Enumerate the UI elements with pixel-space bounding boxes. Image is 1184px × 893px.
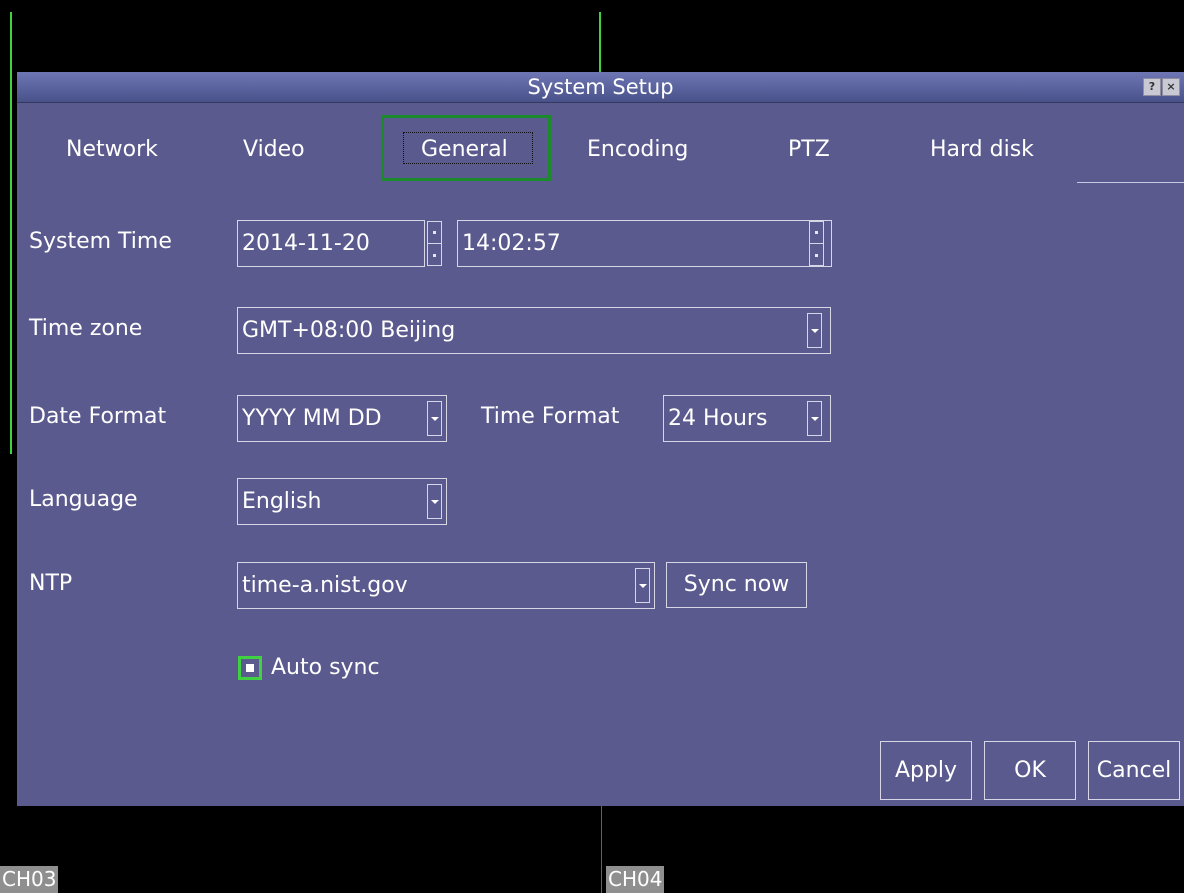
auto-sync-checkbox[interactable] <box>238 656 262 680</box>
sync-now-button[interactable]: Sync now <box>666 562 807 608</box>
tab-general[interactable]: General <box>417 134 512 166</box>
date-spinner[interactable] <box>427 221 442 266</box>
system-date-field[interactable]: 2014-11-20 <box>237 220 425 267</box>
tab-hard-disk[interactable]: Hard disk <box>926 134 1038 166</box>
tab-network[interactable]: Network <box>62 134 162 166</box>
date-format-dropdown-button[interactable] <box>427 401 442 436</box>
time-format-select[interactable]: 24 Hours <box>663 395 831 442</box>
system-time-label: System Time <box>29 229 172 254</box>
auto-sync-label: Auto sync <box>271 655 380 680</box>
cancel-button[interactable]: Cancel <box>1088 741 1180 800</box>
time-format-dropdown-button[interactable] <box>807 401 822 436</box>
time-zone-dropdown-button[interactable] <box>807 313 822 348</box>
video-border-line <box>10 12 12 454</box>
time-spinner[interactable] <box>809 221 824 266</box>
chevron-down-icon <box>811 417 819 421</box>
chevron-down-icon <box>811 329 819 333</box>
video-split-line-bottom <box>601 806 602 893</box>
close-button[interactable]: × <box>1162 78 1180 96</box>
language-label: Language <box>29 487 138 512</box>
tab-video[interactable]: Video <box>239 134 309 166</box>
chevron-down-icon <box>431 417 439 421</box>
ntp-server-field[interactable]: time-a.nist.gov <box>237 562 655 609</box>
chevron-down-icon <box>639 584 647 588</box>
language-select[interactable]: English <box>237 478 447 525</box>
title-bar: System Setup ? × <box>17 72 1184 103</box>
channel-label-ch03: CH03 <box>0 866 59 893</box>
channel-label-ch04: CH04 <box>606 866 665 893</box>
date-format-select[interactable]: YYYY MM DD <box>237 395 447 442</box>
time-spin-up[interactable] <box>810 222 823 244</box>
dialog-title: System Setup <box>527 75 674 99</box>
ok-button[interactable]: OK <box>984 741 1076 800</box>
date-spin-down[interactable] <box>428 244 441 265</box>
video-split-line <box>599 12 601 72</box>
time-zone-select[interactable]: GMT+08:00 Beijing <box>237 307 831 354</box>
time-spin-down[interactable] <box>810 244 823 265</box>
tab-underline <box>1077 182 1184 183</box>
apply-button[interactable]: Apply <box>880 741 972 800</box>
time-zone-label: Time zone <box>29 316 143 341</box>
help-button[interactable]: ? <box>1143 78 1161 96</box>
date-spin-up[interactable] <box>428 222 441 244</box>
ntp-label: NTP <box>29 571 73 596</box>
date-format-label: Date Format <box>29 404 167 429</box>
checkbox-check-icon <box>246 664 254 672</box>
system-setup-dialog: System Setup ? × Network Video General E… <box>17 72 1184 806</box>
tab-ptz[interactable]: PTZ <box>784 134 834 166</box>
time-format-label: Time Format <box>481 404 620 429</box>
ntp-dropdown-button[interactable] <box>635 568 650 603</box>
system-time-field[interactable]: 14:02:57 <box>457 220 832 267</box>
chevron-down-icon <box>431 500 439 504</box>
language-dropdown-button[interactable] <box>427 484 442 519</box>
tab-encoding[interactable]: Encoding <box>583 134 692 166</box>
